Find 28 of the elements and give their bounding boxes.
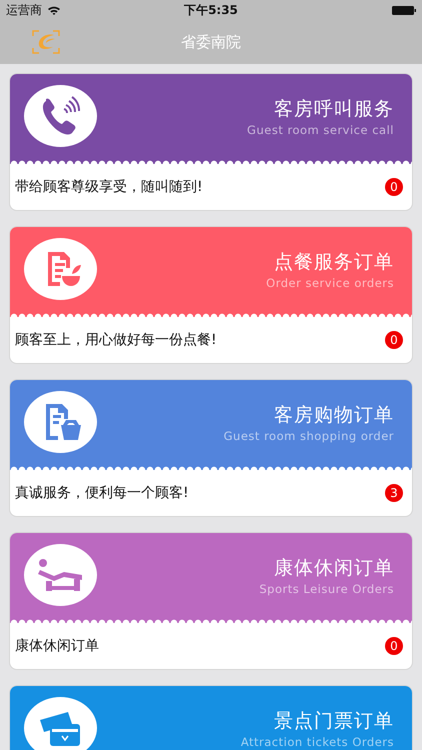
card-description: 康体休闲订单 <box>15 637 99 655</box>
card-title: 景点门票订单 <box>274 708 394 734</box>
card-description: 带给顾客尊级享受，随叫随到! <box>15 178 203 196</box>
clock-time: 下午5:35 <box>184 2 238 18</box>
count-badge: 0 <box>385 637 403 655</box>
card-description: 真诚服务，便利每一个顾客! <box>15 484 189 502</box>
card-title: 客房呼叫服务 <box>274 96 394 122</box>
service-card[interactable]: 康体休闲订单 Sports Leisure Orders 康体休闲订单 0 <box>10 533 412 669</box>
card-title: 点餐服务订单 <box>274 250 394 275</box>
card-description: 顾客至上，用心做好每一份点餐! <box>15 331 217 349</box>
card-title: 康体休闲订单 <box>274 556 394 581</box>
card-subtitle: Sports Leisure Orders <box>259 582 394 596</box>
battery-icon <box>392 6 416 14</box>
service-card[interactable]: 客房购物订单 Guest room shopping order 真诚服务，便利每一个顾客! 3 <box>10 380 412 516</box>
carrier-label: 运营商 <box>6 2 42 18</box>
card-title: 客房购物订单 <box>274 402 394 428</box>
card-subtitle: Order service orders <box>266 276 394 290</box>
service-card[interactable]: 客房呼叫服务 Guest room service call 带给顾客尊级享受，随叫随到! 0 <box>10 74 412 210</box>
count-badge: 0 <box>385 178 403 196</box>
wifi-icon <box>47 4 61 16</box>
service-card[interactable]: 点餐服务订单 Order service orders 顾客至上，用心做好每一份点餐! 0 <box>10 227 412 363</box>
page-title: 省委南院 <box>181 32 241 52</box>
count-badge: 0 <box>385 331 403 349</box>
card-subtitle: Attraction tickets Orders <box>240 736 394 748</box>
logo-icon <box>31 29 61 55</box>
card-subtitle: Guest room service call <box>247 124 394 136</box>
count-badge: 3 <box>385 484 403 502</box>
card-subtitle: Guest room shopping order <box>224 430 394 442</box>
